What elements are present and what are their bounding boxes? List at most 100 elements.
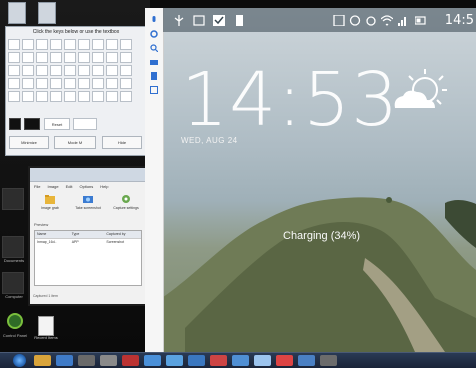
osk-key[interactable] [92, 78, 104, 89]
column-header[interactable]: Captured by [104, 231, 141, 238]
osk-key[interactable] [36, 52, 48, 63]
taskbar-app-icon[interactable] [100, 355, 117, 366]
taskbar-app-icon[interactable] [122, 355, 139, 366]
osk-key[interactable] [36, 91, 48, 102]
osk-key[interactable] [8, 91, 20, 102]
column-header[interactable]: Type [70, 231, 105, 238]
osk-reset-button[interactable]: Reset [44, 118, 70, 130]
window-icon[interactable] [150, 86, 158, 94]
check-icon [213, 15, 225, 26]
taskbar-app-icon[interactable] [188, 355, 205, 366]
column-header[interactable]: Name [35, 231, 70, 238]
hide-button[interactable]: Hide [102, 136, 142, 149]
desktop-shortcut-icon[interactable] [38, 2, 56, 24]
folder-icon [45, 195, 55, 204]
document-icon[interactable] [150, 72, 158, 80]
osk-key[interactable] [50, 91, 62, 102]
osk-key[interactable] [22, 91, 34, 102]
osk-key[interactable] [8, 39, 20, 50]
table-row[interactable]: Inmap_16d.. APP Screenshot [35, 239, 141, 246]
osk-key[interactable] [22, 39, 34, 50]
taskbar-app-icon[interactable] [254, 355, 271, 366]
camera-icon[interactable] [150, 58, 158, 66]
osk-key[interactable] [92, 91, 104, 102]
osk-key[interactable] [50, 65, 62, 76]
weather-partly-cloudy-icon[interactable] [385, 66, 455, 126]
osk-key[interactable] [92, 52, 104, 63]
osk-key[interactable] [50, 39, 62, 50]
osk-key[interactable] [92, 65, 104, 76]
computer-icon[interactable] [2, 272, 24, 294]
osk-key[interactable] [78, 65, 90, 76]
osk-key[interactable] [106, 39, 118, 50]
osk-key-dark[interactable] [9, 118, 21, 130]
osk-key-dark[interactable] [24, 118, 40, 130]
documents-icon[interactable] [2, 236, 24, 258]
desktop-icon[interactable] [2, 188, 24, 210]
osk-key[interactable] [78, 91, 90, 102]
menu-item-file[interactable]: File [34, 183, 40, 191]
osk-key[interactable] [64, 39, 76, 50]
taskbar-app-icon[interactable] [320, 355, 337, 366]
desktop-shortcut-icon[interactable] [8, 2, 26, 24]
capture-settings-button[interactable]: Capture settings [110, 194, 142, 216]
osk-key[interactable] [64, 78, 76, 89]
menu-item-options[interactable]: Options [79, 183, 93, 191]
osk-key[interactable] [106, 65, 118, 76]
taskbar-app-icon[interactable] [166, 355, 183, 366]
osk-title: Click the keys below or use the textbox [32, 29, 120, 35]
file-icon[interactable] [38, 316, 54, 336]
image-grab-button[interactable]: Image grab [34, 194, 66, 216]
osk-key[interactable] [106, 52, 118, 63]
taskbar-app-icon[interactable] [276, 355, 293, 366]
control-panel-icon[interactable] [7, 313, 23, 329]
taskbar-app-icon[interactable] [144, 355, 161, 366]
menu-item-edit[interactable]: Edit [66, 183, 73, 191]
minimize-button[interactable]: Minimize [9, 136, 49, 149]
osk-key[interactable] [106, 78, 118, 89]
start-button[interactable] [13, 354, 26, 367]
osk-key[interactable] [120, 39, 132, 50]
take-screenshot-button[interactable]: Take screenshot [72, 194, 104, 216]
osk-key[interactable] [64, 91, 76, 102]
taskbar-app-icon[interactable] [210, 355, 227, 366]
osk-key[interactable] [36, 65, 48, 76]
osk-key[interactable] [22, 52, 34, 63]
osk-key[interactable] [78, 78, 90, 89]
taskbar-app-icon[interactable] [78, 355, 95, 366]
osk-key[interactable] [22, 78, 34, 89]
osk-key[interactable] [78, 39, 90, 50]
window-titlebar[interactable] [30, 168, 146, 182]
osk-key[interactable] [120, 65, 132, 76]
refresh-icon[interactable] [150, 30, 158, 38]
osk-key[interactable] [8, 52, 20, 63]
osk-key[interactable] [120, 91, 132, 102]
capture-app-window: File Image Edit Options Help Image grab … [28, 166, 148, 306]
taskbar-app-icon[interactable] [298, 355, 315, 366]
taskbar-app-icon[interactable] [232, 355, 249, 366]
osk-key[interactable] [8, 65, 20, 76]
menu-item-help[interactable]: Help [100, 183, 108, 191]
osk-key[interactable] [8, 78, 20, 89]
osk-key[interactable] [64, 65, 76, 76]
osk-key[interactable] [50, 78, 62, 89]
osk-key[interactable] [120, 78, 132, 89]
osk-key[interactable] [106, 91, 118, 102]
osk-key[interactable] [73, 118, 97, 130]
signal-icon [398, 17, 406, 26]
taskbar-app-icon[interactable] [56, 355, 73, 366]
osk-key[interactable] [64, 52, 76, 63]
search-icon[interactable] [150, 44, 158, 52]
osk-key[interactable] [120, 52, 132, 63]
osk-key[interactable] [36, 39, 48, 50]
osk-key[interactable] [22, 65, 34, 76]
mode-button[interactable]: Mode M [54, 136, 96, 149]
osk-key[interactable] [50, 52, 62, 63]
osk-key[interactable] [36, 78, 48, 89]
osk-key[interactable] [92, 39, 104, 50]
taskbar-app-icon[interactable] [34, 355, 51, 366]
microphone-icon[interactable] [150, 16, 158, 24]
nfc-icon [333, 15, 345, 26]
menu-item-image[interactable]: Image [47, 183, 58, 191]
osk-key[interactable] [78, 52, 90, 63]
